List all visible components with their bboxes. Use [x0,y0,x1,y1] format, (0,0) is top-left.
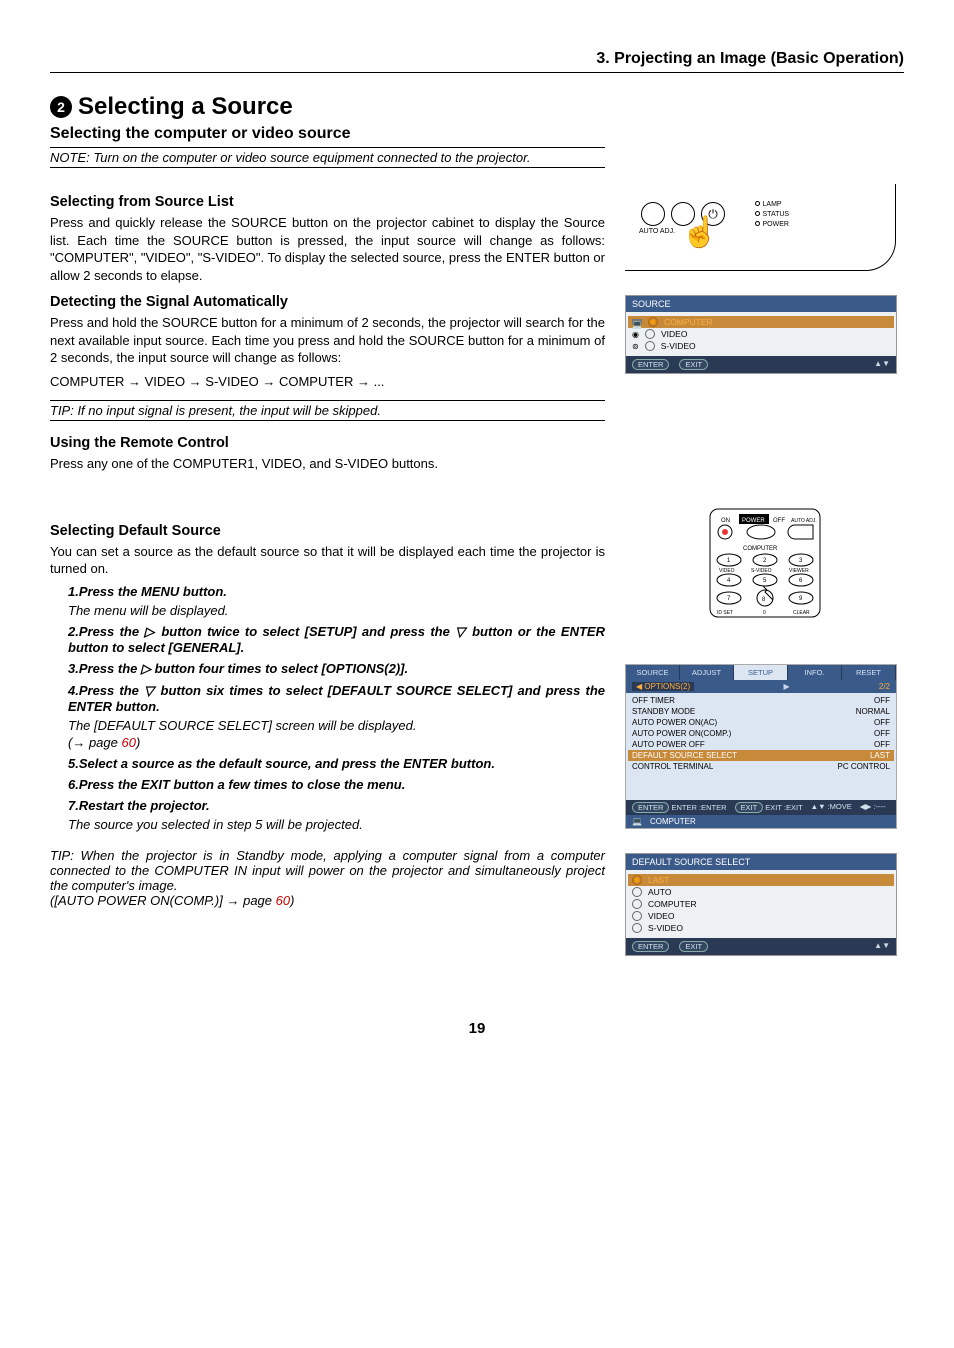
step-3: 3.Press the ▷ button four times to selec… [68,661,605,677]
text-detect: Press and hold the SOURCE button for a m… [50,314,605,367]
svg-text:OFF: OFF [773,518,785,524]
section-subtitle: Selecting the computer or video source [50,125,904,143]
svg-text:VIDEO: VIDEO [719,568,735,574]
tip-default: TIP: When the projector is in Standby mo… [50,848,605,893]
text-default: You can set a source as the default sour… [50,543,605,578]
default-src-opt-svideo: S-VIDEO [632,922,890,934]
step-1: 1.Press the MENU button. The menu will b… [68,584,605,618]
tab-source: SOURCE [626,665,680,680]
text-source-list: Press and quickly release the SOURCE but… [50,214,605,284]
svg-text:VIEWER: VIEWER [789,568,809,574]
heading-source-list: Selecting from Source List [50,194,605,210]
svg-text:0: 0 [763,610,766,616]
text-remote: Press any one of the COMPUTER1, VIDEO, a… [50,455,605,473]
hand-pointer-icon: ☝ [681,218,718,248]
radio-off-icon [632,887,642,897]
section-heading: 2 Selecting a Source [50,93,904,121]
exit-pill-icon: EXIT [679,359,708,370]
setup-osd-footer2: COMPUTER [626,815,896,828]
laptop-icon [632,319,642,325]
led-group: LAMP STATUS POWER [755,198,789,228]
section-number-badge: 2 [50,96,72,118]
heading-detect: Detecting the Signal Automatically [50,294,605,310]
default-source-osd-title: DEFAULT SOURCE SELECT [626,854,896,870]
default-src-opt-auto: AUTO [632,886,890,898]
setup-osd-list: OFF TIMEROFF STANDBY MODENORMAL AUTO POW… [626,693,896,800]
step-2: 2.Press the ▷ button twice to select [SE… [68,624,605,655]
default-src-opt-computer: COMPUTER [632,898,890,910]
remote-label-on: ON [721,518,730,524]
heading-default: Selecting Default Source [50,523,605,539]
source-osd-item-svideo: S-VIDEO [632,340,890,352]
steps-list: 1.Press the MENU button. The menu will b… [50,584,605,832]
default-src-opt-video: VIDEO [632,910,890,922]
tab-setup: SETUP [734,665,788,680]
text-detect-chain: COMPUTER → VIDEO → S-VIDEO → COMPUTER → … [50,373,605,391]
setup-osd-tabs: SOURCE ADJUST SETUP INFO. RESET [626,665,896,680]
subtab-options2: ◀ OPTIONS(2) [632,682,694,691]
tab-adjust: ADJUST [680,665,734,680]
updown-icon: ▲▼ [874,359,890,370]
step-5: 5.Select a source as the default source,… [68,756,605,771]
tip-detect: TIP: If no input signal is present, the … [50,400,605,421]
page-ref-60a[interactable]: 60 [121,735,135,750]
svideo-icon [632,341,639,351]
source-osd-item-computer: COMPUTER [628,316,894,328]
default-source-osd: DEFAULT SOURCE SELECT LAST AUTO COMPUTER… [625,853,897,956]
page-ref-60b[interactable]: 60 [276,893,290,908]
source-osd-footer: ENTER EXIT ▲▼ [626,356,896,373]
default-source-osd-footer: ENTER EXIT ▲▼ [626,938,896,955]
projector-top-panel: ⏻ AUTO ADJ. LAMP STATUS POWER ☝ [625,184,896,271]
svg-text:COMPUTER: COMPUTER [743,546,778,552]
led-power-icon [755,221,760,226]
led-status-icon [755,211,760,216]
tab-reset: RESET [842,665,896,680]
radio-on-icon [648,317,658,327]
source-osd-item-video: VIDEO [632,328,890,340]
enter-pill-icon: ENTER [632,359,669,370]
radio-on-icon [632,875,642,885]
page-number: 19 [50,1020,904,1037]
exit-pill-icon: EXIT [679,941,708,952]
radio-off-icon [632,923,642,933]
source-button-icon [641,202,665,226]
svg-text:S-VIDEO: S-VIDEO [751,568,772,574]
led-lamp-icon [755,201,760,206]
step-4: 4.Press the ▽ button six times to select… [68,683,605,750]
updown-icon: ▲▼ [874,941,890,952]
svg-text:ID SET: ID SET [717,610,733,616]
svg-text:CLEAR: CLEAR [793,610,810,616]
radio-off-icon [632,911,642,921]
autoadj-label: AUTO ADJ. [639,228,675,235]
step-7: 7.Restart the projector. The source you … [68,798,605,832]
video-icon [632,329,639,339]
source-osd: SOURCE COMPUTER VIDEO S-VIDEO [625,295,897,374]
step-6: 6.Press the EXIT button a few times to c… [68,777,605,792]
heading-remote: Using the Remote Control [50,435,605,451]
radio-off-icon [645,329,655,339]
svg-text:POWER: POWER [742,518,765,524]
subtab-page: 2/2 [879,682,890,691]
setup-osd: SOURCE ADJUST SETUP INFO. RESET ◀ OPTION… [625,664,897,829]
radio-off-icon [632,899,642,909]
section-title: Selecting a Source [78,93,293,121]
section-note: NOTE: Turn on the computer or video sour… [50,147,605,168]
tab-info: INFO. [788,665,842,680]
setup-osd-footer1: ENTER ENTER :ENTER EXIT EXIT :EXIT ▲▼ :M… [626,800,896,815]
radio-off-icon [645,341,655,351]
enter-pill-icon: ENTER [632,941,669,952]
chapter-title: 3. Projecting an Image (Basic Operation) [50,50,904,73]
svg-text:AUTO ADJ.: AUTO ADJ. [791,518,817,524]
laptop-icon [632,817,642,826]
source-osd-title: SOURCE [626,296,896,312]
remote-control-illustration: ON POWER OFF AUTO ADJ. COMPUTER 1 2 3 VI… [709,508,821,620]
default-src-opt-last: LAST [628,874,894,886]
